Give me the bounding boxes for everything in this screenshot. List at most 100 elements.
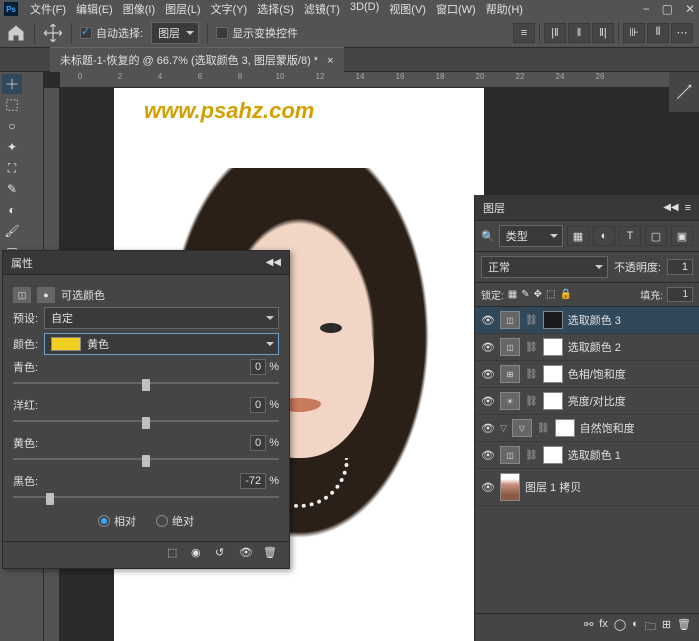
lock-all-icon[interactable]: 🔒 xyxy=(559,289,571,300)
layers-panel-header[interactable]: 图层 ◀◀ ≡ xyxy=(475,195,699,221)
menu-item[interactable]: 选择(S) xyxy=(253,0,298,19)
layer-name[interactable]: 自然饱和度 xyxy=(580,420,635,436)
visibility-toggle-icon[interactable]: 👁 xyxy=(481,314,495,327)
filter-pixel-icon[interactable]: ▦ xyxy=(567,226,589,246)
layer-row[interactable]: 👁 ⊞ ⛓ 色相/饱和度 xyxy=(475,361,699,388)
menu-item[interactable]: 3D(D) xyxy=(346,0,383,19)
visibility-toggle-icon[interactable]: 👁 xyxy=(481,395,495,408)
adjustment-thumb-icon[interactable]: ⊞ xyxy=(500,365,520,383)
filter-smart-icon[interactable]: ▣ xyxy=(671,226,693,246)
menu-item[interactable]: 文件(F) xyxy=(26,0,70,19)
disclosure-icon[interactable]: ▽ xyxy=(500,423,507,434)
visibility-toggle-icon[interactable]: 👁 xyxy=(481,341,495,354)
minimize-button[interactable]: − xyxy=(643,2,650,16)
align-center-icon[interactable]: ‖ xyxy=(568,23,590,43)
lasso-tool[interactable]: ○ xyxy=(2,116,22,136)
add-mask-icon[interactable]: ◯ xyxy=(614,618,626,637)
align-icon[interactable]: ≡ xyxy=(513,23,535,43)
auto-select-checkbox[interactable] xyxy=(80,27,92,39)
layer-row[interactable]: 👁 图层 1 拷贝 xyxy=(475,469,699,506)
layer-mask-thumb[interactable] xyxy=(543,338,563,356)
distribute-icon[interactable]: ⊪ xyxy=(623,23,645,43)
menu-item[interactable]: 图层(L) xyxy=(161,0,204,19)
layer-row[interactable]: 👁 ◫ ⛓ 选取颜色 1 xyxy=(475,442,699,469)
layer-name[interactable]: 选取颜色 2 xyxy=(568,339,621,355)
delete-icon[interactable]: 🗑 xyxy=(263,546,281,564)
adjustment-thumb-icon[interactable]: ▽ xyxy=(512,419,532,437)
healing-brush-tool[interactable]: ◐ xyxy=(2,200,22,220)
close-tab-icon[interactable]: × xyxy=(327,55,333,67)
layer-name[interactable]: 选取颜色 3 xyxy=(568,312,621,328)
layer-mask-thumb[interactable] xyxy=(543,311,563,329)
filter-kind-select[interactable]: 类型 xyxy=(499,225,563,247)
layer-row[interactable]: 👁 ☀ ⛓ 亮度/对比度 xyxy=(475,388,699,415)
lock-position-icon[interactable]: ✥ xyxy=(534,289,542,300)
layer-mask-thumb[interactable] xyxy=(543,446,563,464)
filter-shape-icon[interactable]: ▢ xyxy=(645,226,667,246)
layer-row[interactable]: 👁 ◫ ⛓ 选取颜色 2 xyxy=(475,334,699,361)
menu-item[interactable]: 编辑(E) xyxy=(72,0,117,19)
crop-tool[interactable]: ⛶ xyxy=(2,158,22,178)
layer-thumbnail[interactable] xyxy=(500,473,520,501)
slider-track[interactable] xyxy=(13,377,279,389)
menu-item[interactable]: 视图(V) xyxy=(385,0,430,19)
visibility-toggle-icon[interactable]: 👁 xyxy=(481,481,495,494)
menu-item[interactable]: 图像(I) xyxy=(119,0,159,19)
link-layers-icon[interactable]: ⚯ xyxy=(584,618,593,637)
fill-value[interactable]: 1 xyxy=(667,287,693,302)
layer-name[interactable]: 图层 1 拷贝 xyxy=(525,479,581,495)
slider-value-input[interactable]: 0 xyxy=(250,397,266,413)
slider-track[interactable] xyxy=(13,453,279,465)
slider-value-input[interactable]: 0 xyxy=(250,359,266,375)
close-button[interactable]: ✕ xyxy=(685,2,695,16)
menu-item[interactable]: 文字(Y) xyxy=(207,0,252,19)
align-right-icon[interactable]: ‖| xyxy=(592,23,614,43)
layer-style-icon[interactable]: fx xyxy=(599,618,608,637)
layer-row[interactable]: 👁 ◫ ⛓ 选取颜色 3 xyxy=(475,307,699,334)
collapse-panel-icon[interactable]: ◀◀ xyxy=(266,257,281,268)
slider-value-input[interactable]: -72 xyxy=(240,473,266,489)
new-group-icon[interactable]: 🗀 xyxy=(645,618,656,637)
view-previous-icon[interactable]: ◉ xyxy=(191,546,209,564)
absolute-radio[interactable] xyxy=(156,515,168,527)
menu-item[interactable]: 滤镜(T) xyxy=(300,0,344,19)
show-transform-checkbox[interactable] xyxy=(216,27,228,39)
layer-name[interactable]: 色相/饱和度 xyxy=(568,366,626,382)
layer-row[interactable]: 👁 ▽▽ ⛓ 自然饱和度 xyxy=(475,415,699,442)
collapse-panel-icon[interactable]: ◀◀ xyxy=(663,202,678,213)
document-tab[interactable]: 未标题-1-恢复的 @ 66.7% (选取颜色 3, 图层蒙版/8) * × xyxy=(50,47,344,72)
clip-to-layer-icon[interactable]: ⬚ xyxy=(167,546,185,564)
layer-name[interactable]: 亮度/对比度 xyxy=(568,393,626,409)
relative-radio[interactable] xyxy=(98,515,110,527)
opacity-value[interactable]: 1 xyxy=(667,259,693,275)
slider-value-input[interactable]: 0 xyxy=(250,435,266,451)
visibility-toggle-icon[interactable]: 👁 xyxy=(481,422,495,435)
slider-track[interactable] xyxy=(13,491,279,503)
home-icon[interactable] xyxy=(6,23,26,43)
maximize-button[interactable]: ▢ xyxy=(662,2,673,16)
move-tool-icon[interactable] xyxy=(43,23,63,43)
colors-select[interactable]: 黄色 xyxy=(44,333,279,355)
collapsed-panel-icon[interactable] xyxy=(669,72,699,112)
reset-icon[interactable]: ↺ xyxy=(215,546,233,564)
search-icon[interactable]: 🔍 xyxy=(481,230,495,243)
slider-track[interactable] xyxy=(13,415,279,427)
adjustment-thumb-icon[interactable]: ◫ xyxy=(500,338,520,356)
lock-pixels-icon[interactable]: ▦ xyxy=(508,289,517,300)
layer-mask-thumb[interactable] xyxy=(555,419,575,437)
more-icon[interactable]: ⋯ xyxy=(671,23,693,43)
menu-item[interactable]: 窗口(W) xyxy=(432,0,480,19)
filter-type-icon[interactable]: T xyxy=(619,226,641,246)
adjustment-thumb-icon[interactable]: ◫ xyxy=(500,311,520,329)
properties-panel-header[interactable]: 属性 ◀◀ xyxy=(3,251,289,275)
move-tool[interactable] xyxy=(2,74,22,94)
adjustment-thumb-icon[interactable]: ☀ xyxy=(500,392,520,410)
layer-name[interactable]: 选取颜色 1 xyxy=(568,447,621,463)
menu-item[interactable]: 帮助(H) xyxy=(482,0,527,19)
marquee-tool[interactable] xyxy=(2,95,22,115)
visibility-toggle-icon[interactable]: 👁 xyxy=(481,449,495,462)
new-layer-icon[interactable]: ⊞ xyxy=(662,618,671,637)
lock-brush-icon[interactable]: ✎ xyxy=(521,289,529,300)
align-left-icon[interactable]: |‖ xyxy=(544,23,566,43)
filter-adjust-icon[interactable]: ◐ xyxy=(593,226,615,246)
